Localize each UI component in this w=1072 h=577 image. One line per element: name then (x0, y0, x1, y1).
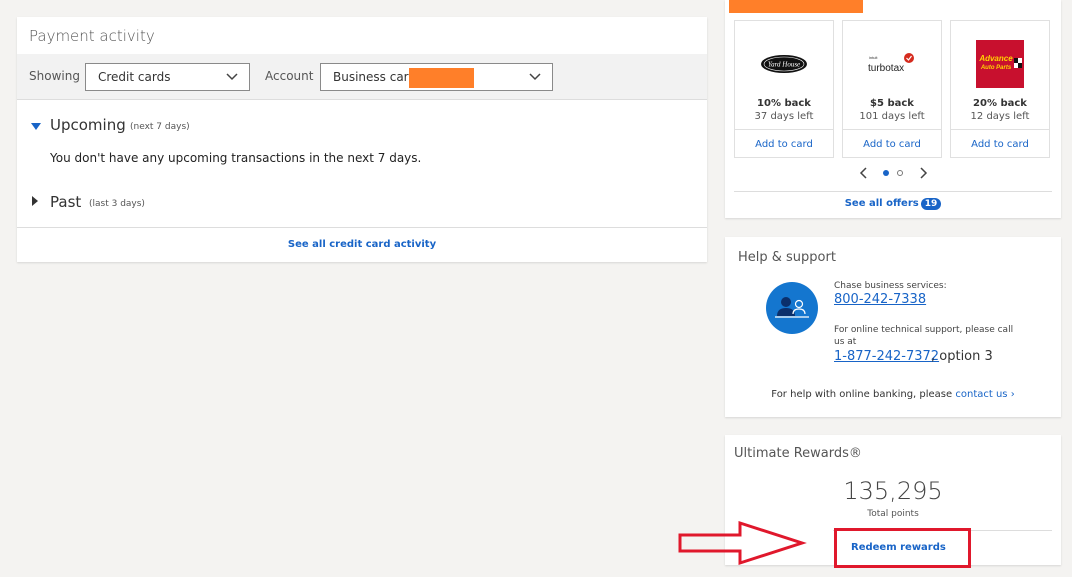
offer-value: 20% back (973, 98, 1027, 109)
add-to-card-button[interactable]: Add to card (951, 129, 1049, 158)
rewards-title: Ultimate Rewards® (734, 446, 862, 461)
offer-days-left: 101 days left (859, 111, 925, 122)
payment-activity-footer: See all credit card activity (17, 227, 707, 262)
tech-phone-option: , option 3 (931, 349, 993, 364)
business-phone-link[interactable]: 800-242-7338 (834, 292, 926, 307)
showing-select-value: Credit cards (98, 70, 171, 84)
business-services-label: Chase business services: (834, 281, 947, 291)
turbotax-logo: intuit turbotax (843, 35, 941, 93)
see-all-offers-link[interactable]: See all offers 19 (725, 198, 1061, 210)
payment-activity-title: Payment activity (29, 27, 155, 45)
offers-card: Yard House 10% back 37 days left Add to … (725, 0, 1061, 218)
payment-activity-card: Payment activity Showing Credit cards Ac… (17, 17, 707, 262)
tech-support-label-2: us at (834, 337, 857, 347)
offer-tile: intuit turbotax $5 back 101 days left Ad… (842, 20, 942, 158)
add-to-card-button[interactable]: Add to card (735, 129, 833, 158)
online-help-text: For help with online banking, please con… (771, 389, 1015, 400)
upcoming-sub: (next 7 days) (130, 122, 190, 132)
upcoming-toggle[interactable]: Upcoming (50, 116, 126, 134)
offers-count-badge: 19 (920, 198, 942, 210)
account-select[interactable]: Business card (320, 63, 553, 91)
account-label: Account (265, 69, 314, 83)
account-select-value: Business card (333, 70, 417, 84)
offer-value: 10% back (757, 98, 811, 109)
svg-text:Auto Parts: Auto Parts (980, 65, 1012, 71)
tech-support-label: For online technical support, please cal… (834, 325, 1014, 335)
offer-tile: Yard House 10% back 37 days left Add to … (734, 20, 834, 158)
redaction-block (409, 68, 474, 88)
past-sub: (last 3 days) (89, 199, 145, 209)
svg-text:Yard House: Yard House (768, 61, 800, 69)
chevron-down-icon (226, 73, 238, 81)
showing-label: Showing (29, 69, 80, 83)
chevron-left-icon[interactable] (858, 167, 870, 179)
help-title: Help & support (738, 250, 836, 265)
upcoming-message: You don't have any upcoming transactions… (50, 151, 422, 165)
triangle-down-icon[interactable] (31, 123, 41, 130)
chevron-right-icon: › (1010, 389, 1015, 400)
annotation-highlight-box (834, 528, 971, 568)
contact-us-link[interactable]: contact us › (955, 389, 1014, 400)
chevron-down-icon (529, 73, 541, 81)
redaction-block (729, 0, 863, 13)
past-toggle[interactable]: Past (50, 193, 81, 211)
carousel-dot[interactable] (897, 170, 903, 176)
see-all-credit-card-activity-link[interactable]: See all credit card activity (288, 239, 436, 250)
chevron-right-icon[interactable] (917, 167, 929, 179)
advance-auto-parts-logo: Advance Auto Parts (951, 35, 1049, 93)
offer-value: $5 back (870, 98, 914, 109)
see-all-offers-label: See all offers (844, 198, 919, 209)
help-support-card: Help & support Chase business services: … (725, 237, 1061, 417)
showing-select[interactable]: Credit cards (85, 63, 250, 91)
support-agent-icon (766, 282, 818, 334)
add-to-card-button[interactable]: Add to card (843, 129, 941, 158)
offer-days-left: 12 days left (970, 111, 1030, 122)
svg-text:Advance: Advance (978, 54, 1013, 63)
svg-text:intuit: intuit (869, 55, 878, 60)
yard-house-logo: Yard House (735, 35, 833, 93)
divider (734, 191, 1052, 192)
rewards-points-label: Total points (867, 509, 919, 519)
payment-activity-filter-bar: Showing Credit cards Account Business ca… (17, 54, 707, 100)
offer-tile: Advance Auto Parts 20% back 12 days left… (950, 20, 1050, 158)
offer-days-left: 37 days left (754, 111, 814, 122)
tech-phone-link[interactable]: 1-877-242-7372 (834, 349, 939, 364)
carousel-dot-active[interactable] (883, 170, 889, 176)
svg-text:turbotax: turbotax (868, 63, 904, 74)
triangle-right-icon[interactable] (32, 196, 38, 206)
annotation-arrow-icon (678, 520, 807, 566)
rewards-points: 135,295 (843, 477, 943, 505)
